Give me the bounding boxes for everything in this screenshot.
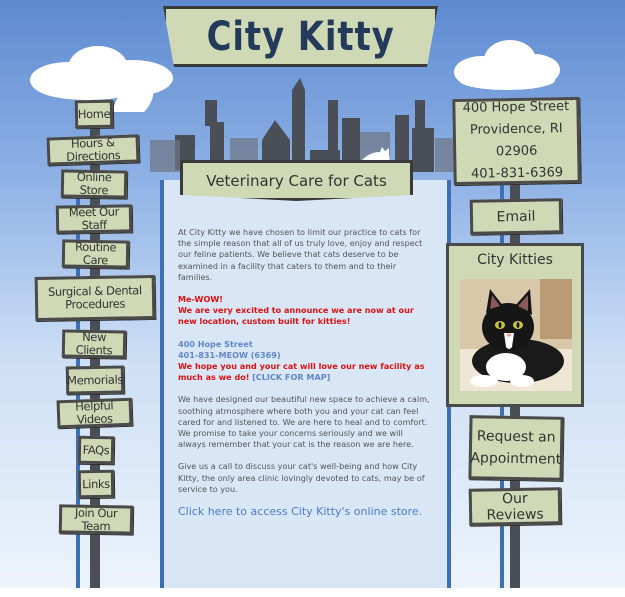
phone-meow-text[interactable]: 401-831-MEOW (6369) (178, 350, 281, 360)
announce-text: We are very excited to announce we are n… (178, 305, 414, 327)
nav-meet-our-staff[interactable]: Meet Our Staff (55, 204, 133, 234)
nav-meet-our-staff-label: Meet Our Staff (68, 204, 120, 233)
contact-city: Providence, RI 02906 (469, 121, 563, 160)
contact-sign: 400 Hope Street Providence, RI 02906 401… (452, 96, 581, 186)
email-button[interactable]: Email (469, 198, 563, 235)
nav-routine-care-label: Routine Care (74, 239, 117, 268)
site-title-sign: City Kitty (163, 6, 438, 67)
city-kitties-title: City Kitties (477, 252, 553, 268)
intro-paragraph: At City Kitty we have chosen to limit ou… (178, 227, 423, 282)
request-appointment-button[interactable]: Request an Appointment (468, 415, 564, 481)
nav-faqs-label: FAQs (82, 442, 110, 457)
nav-links-label: Links (82, 476, 110, 491)
nav-memorials-label: Memorials (66, 372, 124, 387)
nav-join-our-team[interactable]: Join Our Team (58, 504, 134, 535)
our-reviews-label: Our Reviews (486, 490, 544, 523)
subtitle-sign: Veterinary Care for Cats (180, 160, 413, 201)
request-appointment-label: Request an Appointment (470, 428, 562, 468)
email-label: Email (496, 208, 536, 225)
map-link[interactable]: [CLICK FOR MAP] (252, 372, 330, 382)
nav-faqs[interactable]: FAQs (77, 435, 115, 465)
nav-new-clients-label: New Clients (75, 329, 113, 358)
address-text: 400 Hope Street (178, 338, 253, 349)
nav-hours-directions[interactable]: Hours & Directions (46, 134, 140, 166)
nav-hours-directions-label: Hours & Directions (65, 135, 121, 164)
location-info: 400 Hope Street 401-831-MEOW (6369) We h… (178, 339, 430, 384)
nav-online-store[interactable]: Online Store (60, 169, 128, 199)
nav-join-our-team-label: Join Our Team (74, 505, 118, 533)
contact-street: 400 Hope Street (462, 99, 570, 116)
nav-online-store-label: Online Store (76, 169, 112, 198)
city-kitties-sign[interactable]: City Kitties (446, 243, 584, 407)
nav-surgical-dental[interactable]: Surgical & Dental Procedures (34, 274, 156, 322)
nav-routine-care[interactable]: Routine Care (61, 239, 130, 269)
page-bottom-edge (0, 588, 625, 597)
nav-links[interactable]: Links (77, 469, 115, 499)
call-paragraph: Give us a call to discuss your cat's wel… (178, 461, 425, 494)
nav-memorials[interactable]: Memorials (65, 365, 125, 395)
nav-helpful-videos[interactable]: Helpful Videos (56, 397, 133, 429)
online-store-link[interactable]: Click here to access City Kitty's online… (178, 506, 430, 517)
main-content: At City Kitty we have chosen to limit ou… (178, 227, 430, 517)
nav-home[interactable]: Home (74, 99, 114, 129)
contact-phone[interactable]: 401-831-6369 (471, 162, 563, 186)
designed-paragraph: We have designed our beautiful new space… (178, 394, 430, 450)
site-title: City Kitty (206, 13, 395, 60)
nav-new-clients[interactable]: New Clients (61, 329, 127, 359)
mewow-heading: Me-WOW! (178, 294, 223, 305)
our-reviews-button[interactable]: Our Reviews (468, 487, 562, 526)
announcement: Me-WOW! We are very excited to announce … (178, 294, 430, 328)
nav-home-label: Home (77, 106, 111, 121)
nav-surgical-dental-label: Surgical & Dental Procedures (47, 283, 142, 312)
cat-photo (460, 279, 572, 391)
site-subtitle: Veterinary Care for Cats (206, 171, 387, 190)
nav-helpful-videos-label: Helpful Videos (75, 398, 114, 427)
